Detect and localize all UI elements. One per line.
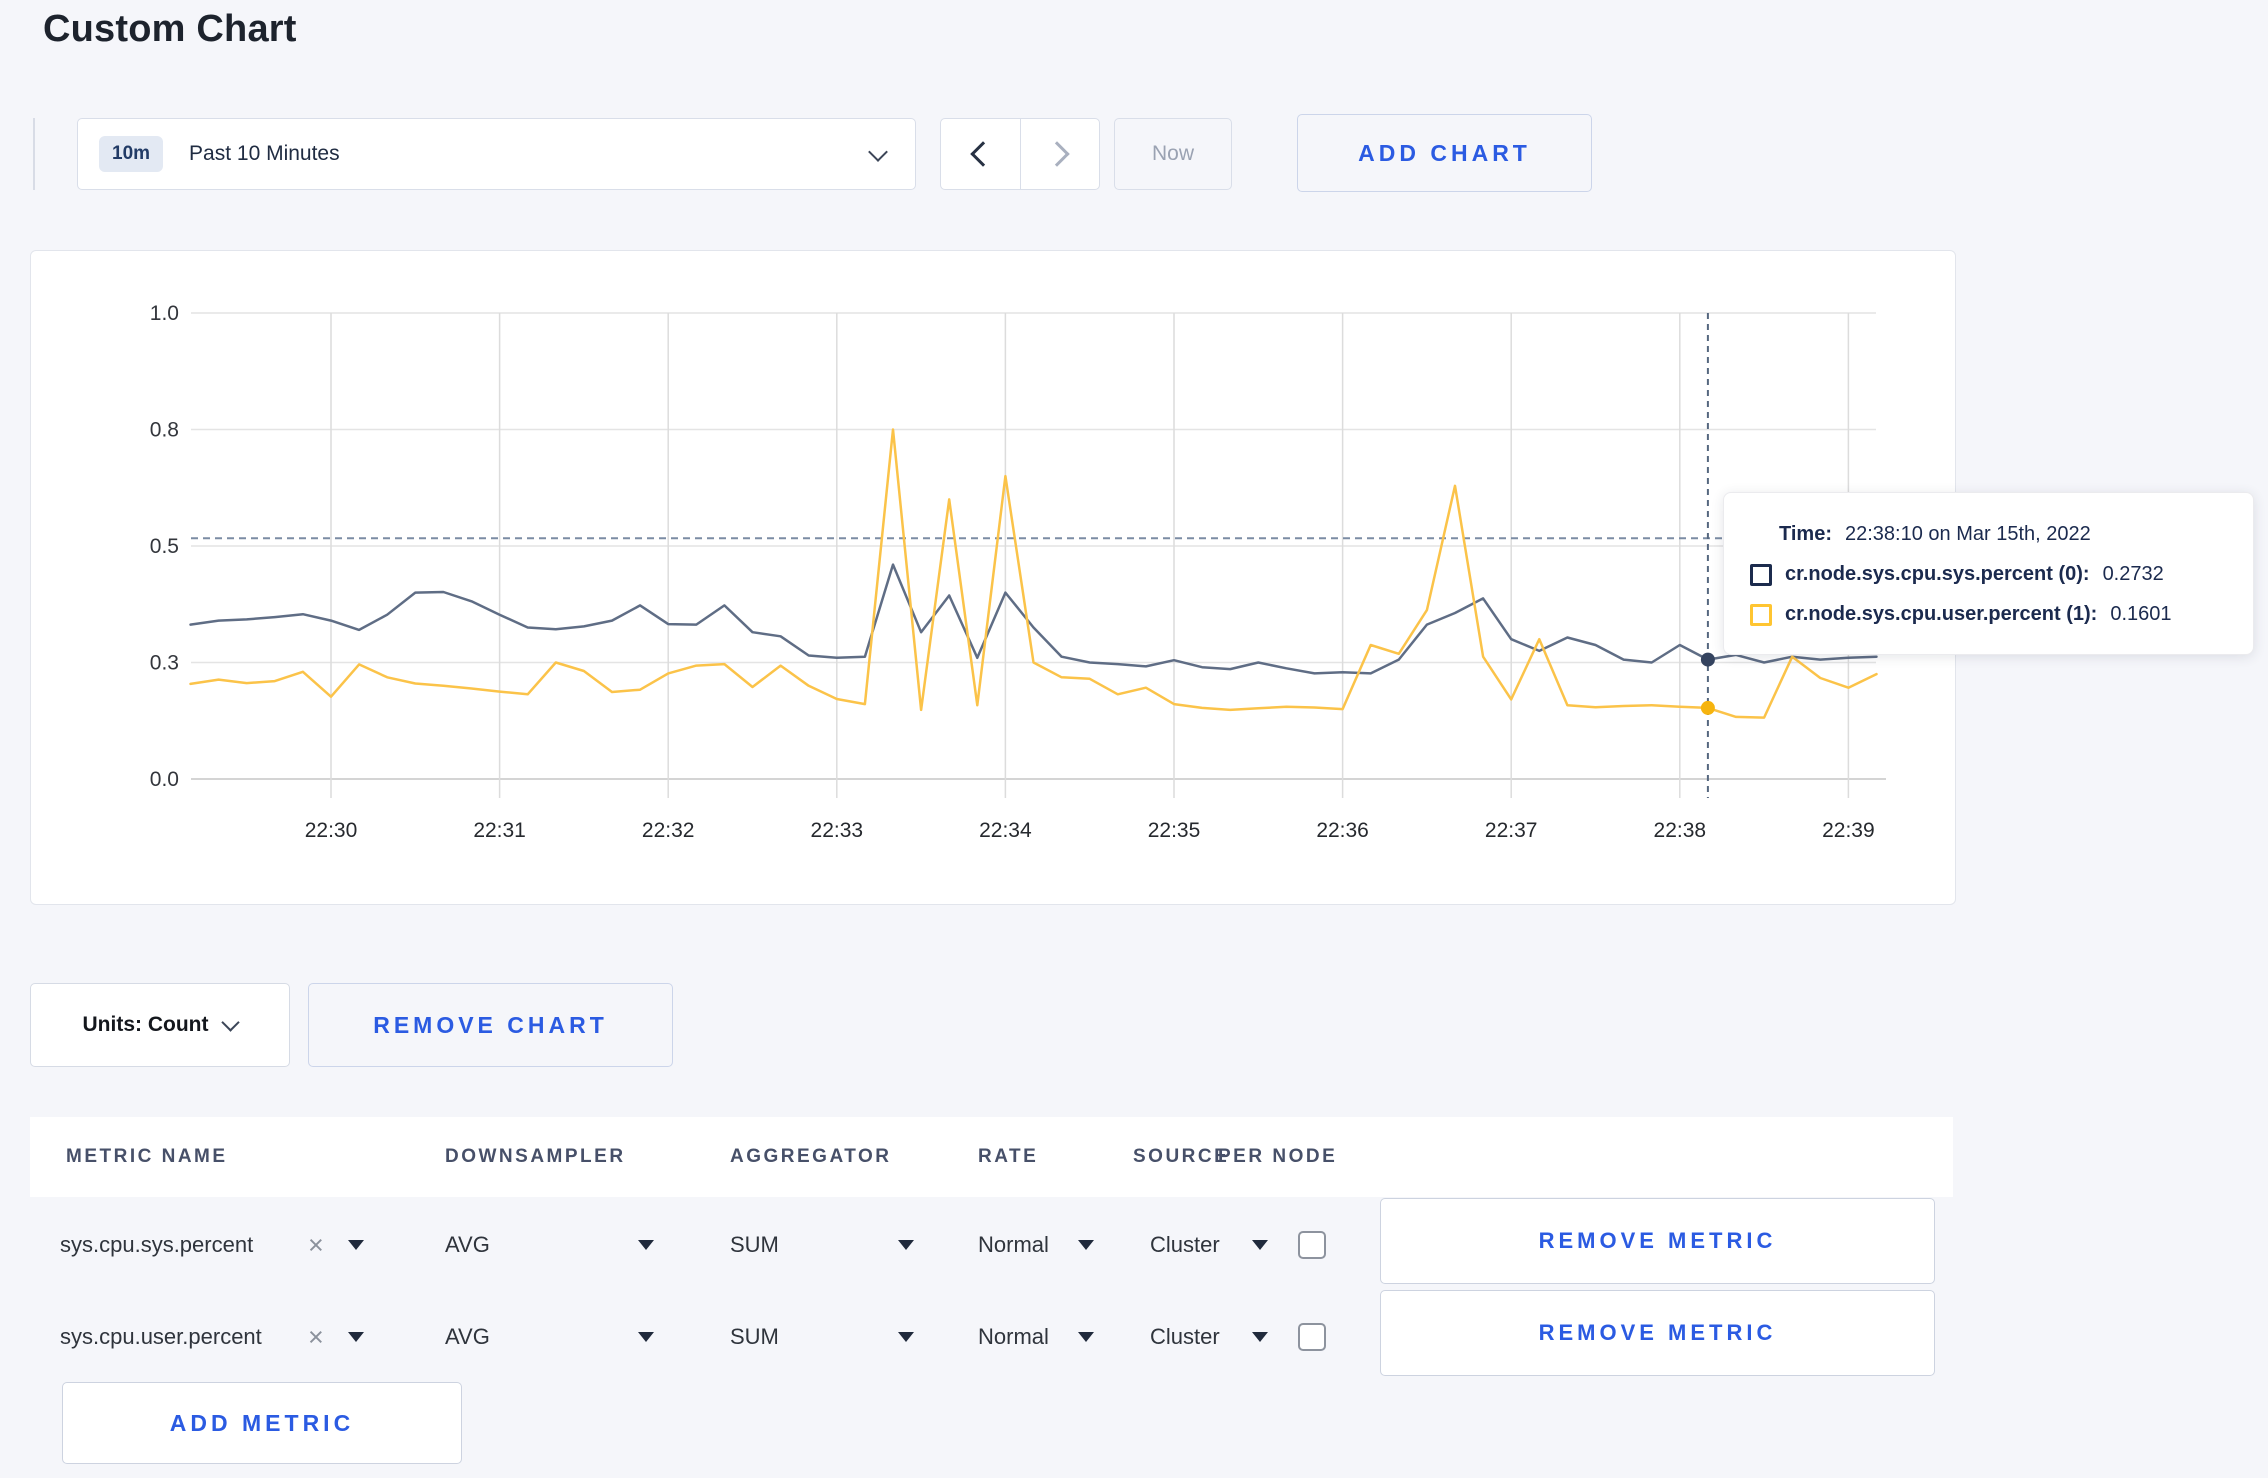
page-title: Custom Chart [43,8,297,50]
chevron-down-icon [868,142,888,162]
chart-tooltip: Time: 22:38:10 on Mar 15th, 2022 cr.node… [1723,492,2254,655]
per-node-checkbox[interactable] [1298,1323,1326,1351]
tooltip-time-row: Time: 22:38:10 on Mar 15th, 2022 [1750,523,2231,546]
tooltip-time-value: 22:38:10 on Mar 15th, 2022 [1844,523,2091,545]
tooltip-user-value: 0.1601 [2110,603,2172,625]
clear-metric-icon[interactable]: × [308,1302,324,1372]
caret-down-icon[interactable] [898,1210,914,1280]
svg-text:22:32: 22:32 [642,819,695,842]
metric-name-select[interactable]: sys.cpu.sys.percent [60,1210,253,1280]
tooltip-user-label: cr.node.sys.cpu.user.percent (1): [1785,603,2098,625]
units-select[interactable]: Units: Count [30,983,290,1067]
time-range-badge: 10m [99,136,164,172]
rate-select[interactable]: Normal [978,1210,1049,1280]
remove-metric-button[interactable]: REMOVE METRIC [1380,1290,1935,1376]
time-range-select[interactable]: 10m Past 10 Minutes [77,118,916,190]
now-button[interactable]: Now [1114,118,1232,190]
timeseries-plot[interactable]: 0.0 0.3 0.5 0.8 1.0 22:30 22:31 22:32 22:33 22:34… [31,251,1957,906]
remove-metric-button[interactable]: REMOVE METRIC [1380,1198,1935,1284]
svg-text:0.5: 0.5 [150,535,179,558]
svg-text:0.3: 0.3 [150,652,179,675]
metric-name-select[interactable]: sys.cpu.user.percent [60,1302,262,1372]
svg-text:22:39: 22:39 [1822,819,1875,842]
source-select[interactable]: Cluster [1150,1210,1220,1280]
caret-down-icon[interactable] [1078,1302,1094,1372]
tooltip-sys-value: 0.2732 [2102,563,2164,585]
next-range-button[interactable] [1021,119,1100,189]
caret-down-icon[interactable] [348,1302,364,1372]
time-range-label: Past 10 Minutes [189,142,340,165]
header-metric-name: METRIC NAME [66,1146,228,1167]
header-downsampler: DOWNSAMPLER [445,1146,626,1167]
chevron-down-icon [221,1013,241,1032]
per-node-checkbox-cell [1298,1302,1326,1372]
caret-down-icon[interactable] [638,1302,654,1372]
header-rate: RATE [978,1146,1039,1167]
svg-text:22:35: 22:35 [1148,819,1201,842]
chevron-right-icon [1044,141,1070,167]
add-metric-button[interactable]: ADD METRIC [62,1382,462,1464]
toolbar-divider [33,118,35,190]
user-series-swatch-icon [1750,603,1772,626]
metrics-table-header: METRIC NAME DOWNSAMPLER AGGREGATOR RATE … [30,1117,1953,1197]
caret-down-icon[interactable] [1078,1210,1094,1280]
time-pager [940,118,1100,190]
svg-text:22:30: 22:30 [305,819,358,842]
sys-series-swatch-icon [1750,563,1772,586]
rate-select[interactable]: Normal [978,1302,1049,1372]
svg-text:1.0: 1.0 [150,302,179,325]
caret-down-icon[interactable] [1252,1302,1268,1372]
tooltip-user-row: cr.node.sys.cpu.user.percent (1): 0.1601 [1750,603,2231,626]
chevron-left-icon [970,141,996,167]
svg-text:22:36: 22:36 [1316,819,1369,842]
aggregator-select[interactable]: SUM [730,1302,779,1372]
per-node-checkbox[interactable] [1298,1231,1326,1259]
tooltip-time-label: Time: [1779,523,1832,545]
svg-text:22:37: 22:37 [1485,819,1538,842]
tooltip-sys-label: cr.node.sys.cpu.sys.percent (0): [1785,563,2090,585]
tooltip-sys-row: cr.node.sys.cpu.sys.percent (0): 0.2732 [1750,563,2231,586]
units-label: Units: Count [82,1013,209,1036]
header-per-node: PER NODE [1218,1146,1338,1167]
source-select[interactable]: Cluster [1150,1302,1220,1372]
prev-range-button[interactable] [941,119,1021,189]
caret-down-icon[interactable] [638,1210,654,1280]
chart-card: 0.0 0.3 0.5 0.8 1.0 22:30 22:31 22:32 22:33 22:34… [30,250,1956,905]
add-chart-button[interactable]: ADD CHART [1297,114,1592,192]
svg-text:22:38: 22:38 [1654,819,1707,842]
header-aggregator: AGGREGATOR [730,1146,892,1167]
svg-text:22:33: 22:33 [811,819,864,842]
per-node-checkbox-cell [1298,1210,1326,1280]
clear-metric-icon[interactable]: × [308,1210,324,1280]
svg-text:0.8: 0.8 [150,419,179,442]
svg-text:22:34: 22:34 [979,819,1032,842]
svg-text:0.0: 0.0 [150,768,179,791]
aggregator-select[interactable]: SUM [730,1210,779,1280]
remove-chart-button[interactable]: REMOVE CHART [308,983,673,1067]
caret-down-icon[interactable] [898,1302,914,1372]
header-source: SOURCE [1133,1146,1230,1167]
downsampler-select[interactable]: AVG [445,1302,490,1372]
svg-text:22:31: 22:31 [473,819,526,842]
caret-down-icon[interactable] [1252,1210,1268,1280]
caret-down-icon[interactable] [348,1210,364,1280]
downsampler-select[interactable]: AVG [445,1210,490,1280]
